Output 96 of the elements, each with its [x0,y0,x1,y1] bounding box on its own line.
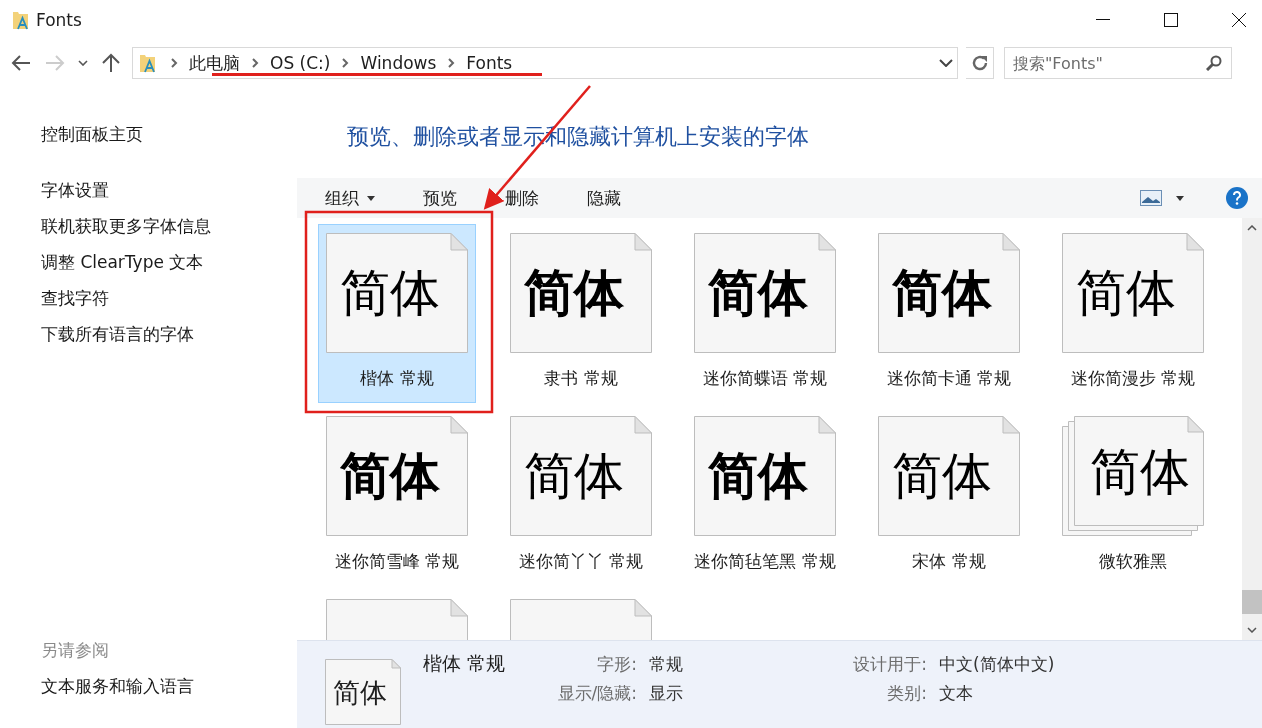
help-button[interactable] [1226,187,1248,209]
caret-icon[interactable] [1176,195,1184,201]
font-family-icon [1062,416,1204,536]
font-sample: 简体 [333,678,387,706]
font-file-icon [510,416,652,536]
scrollbar-thumb[interactable] [1242,590,1262,614]
sidebar-link[interactable]: 文本服务和输入语言 [41,668,194,704]
font-tile[interactable]: 简体 迷你简丫丫 常规 [502,407,660,586]
font-tile[interactable]: 简体 楷体 常规 [318,224,476,403]
caret-icon [367,195,375,201]
control-panel-home-link[interactable]: 控制面板主页 [41,116,143,152]
fonts-folder-icon [139,53,157,73]
font-name: 隶书 常规 [543,367,619,389]
font-name: 微软雅黑 [1098,550,1168,572]
breadcrumb[interactable]: 此电脑 [185,51,244,75]
font-tile[interactable]: 简体 微软雅黑 [1054,407,1212,586]
back-arrow-icon [11,55,31,71]
font-sample: 简体 [340,451,440,501]
breadcrumb[interactable]: OS (C:) [266,53,335,73]
toolbar-button[interactable]: 预览 [423,182,457,214]
search-field[interactable]: 搜索"Fonts" [1004,47,1232,79]
font-file-icon [694,233,836,353]
sidebar-link[interactable]: 调整 ClearType 文本 [41,244,204,280]
font-file-icon [878,416,1020,536]
forward-arrow-icon [45,55,65,71]
field-label: 显示/隐藏: [556,682,639,705]
font-sample: 简体 [708,451,808,501]
font-sample: 简体 [524,268,624,318]
window-title: Fonts [36,10,82,30]
chevron-icon [340,57,351,69]
font-file-icon [878,233,1020,353]
refresh-button[interactable] [966,47,994,79]
breadcrumb[interactable]: Windows [356,53,441,73]
close-icon [1231,12,1247,28]
caret-icon [939,59,953,67]
field-label: 字形: [596,653,639,676]
chevron-icon [446,57,457,69]
font-name: 迷你简毡笔黑 常规 [693,550,837,572]
question-mark-icon [1232,191,1242,205]
scroll-up-icon[interactable] [1247,225,1257,231]
field-value: 显示 [649,682,685,705]
scroll-down-icon[interactable] [1247,627,1257,633]
font-name: 迷你简雪峰 常规 [333,550,461,572]
font-sample: 简体 [708,268,808,318]
font-sample: 简体 [1090,447,1190,497]
font-sample: 简体 [340,268,440,318]
sidebar-link[interactable]: 下载所有语言的字体 [41,316,194,352]
font-sample: 简体 [524,451,624,501]
font-tile[interactable]: 简体 迷你简蝶语 常规 [686,224,844,403]
caret-icon [78,60,88,66]
sidebar-link[interactable]: 联机获取更多字体信息 [41,208,211,244]
see-also-heading: 另请参阅 [41,639,109,662]
font-file-icon [694,416,836,536]
sidebar-link[interactable]: 查找字符 [41,280,109,316]
font-tile[interactable]: 简体 隶书 常规 [502,224,660,403]
font-sample: 简体 [892,268,992,318]
sidebar-link[interactable]: 字体设置 [41,172,109,208]
font-name: 宋体 常规 [911,550,987,572]
search-icon[interactable] [1206,55,1222,71]
field-label: 设计用于: [852,653,929,676]
breadcrumb[interactable]: Fonts [462,53,517,73]
font-name: 楷体 常规 [423,651,506,676]
font-file-icon [326,416,468,536]
chevron-icon [250,57,260,69]
chevron-icon [169,57,179,69]
font-tile[interactable]: 简体 宋体 常规 [870,407,1028,586]
view-options-icon[interactable] [1140,190,1162,206]
font-tile[interactable]: 简体 迷你简卡通 常规 [870,224,1028,403]
font-sample: 简体 [892,451,992,501]
field-value: 中文(简体中文) [939,653,1056,676]
font-name: 迷你简丫丫 常规 [517,550,645,572]
field-value: 常规 [649,653,685,676]
up-arrow-icon [102,53,120,73]
field-label: 类别: [886,682,929,705]
font-name: 楷体 常规 [359,367,435,389]
font-name: 迷你简蝶语 常规 [701,367,829,389]
font-file-icon [326,233,468,353]
font-tile[interactable]: 简体 迷你简雪峰 常规 [318,407,476,586]
maximize-icon [1164,13,1178,27]
minimize-icon [1096,19,1110,21]
field-value: 文本 [939,682,975,705]
font-tile[interactable]: 简体 迷你简漫步 常规 [1054,224,1212,403]
toolbar-button[interactable]: 隐藏 [587,182,621,214]
toolbar-button[interactable]: 删除 [505,182,539,214]
scrollbar[interactable] [1242,218,1262,640]
font-file-icon [325,659,401,725]
fonts-folder-icon [12,10,30,30]
font-tile[interactable]: 简体 迷你简毡笔黑 常规 [686,407,844,586]
font-name: 迷你简卡通 常规 [885,367,1013,389]
font-sample: 简体 [1076,268,1176,318]
font-name: 迷你简漫步 常规 [1069,367,1197,389]
font-file-icon [1062,233,1204,353]
refresh-icon [970,54,989,72]
font-file-icon [510,233,652,353]
address-bar[interactable]: 此电脑 OS (C:) Windows Fonts [132,47,958,79]
toolbar-button[interactable]: 组织 [325,182,375,214]
